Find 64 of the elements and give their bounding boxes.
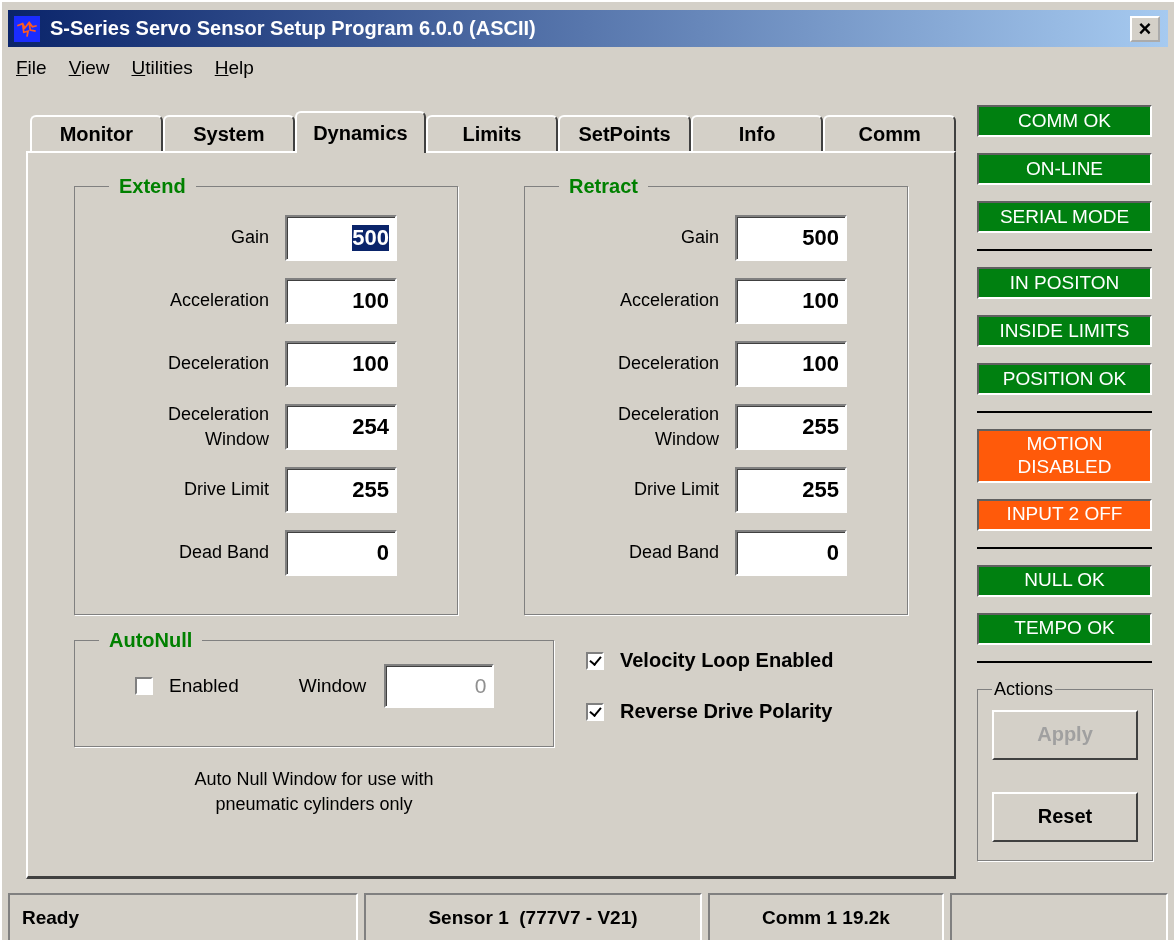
field-label: Deceleration Window — [166, 402, 269, 451]
input-field[interactable]: 255 — [285, 466, 397, 513]
input-field[interactable]: 500 — [285, 214, 397, 261]
tab[interactable]: Info — [690, 115, 824, 152]
checkbox-label: Enabled — [169, 675, 239, 698]
field-label: Gain — [229, 226, 269, 250]
field-label: Dead Band — [177, 541, 269, 565]
group-title: AutoNull — [108, 629, 194, 653]
status-text: Comm 1 19.2k — [708, 893, 944, 940]
tab[interactable]: Comm — [823, 115, 956, 152]
input-field[interactable]: 500 — [735, 214, 847, 261]
status-indicator: COMM OK — [977, 105, 1152, 138]
input-field[interactable]: 254 — [285, 403, 397, 450]
status-text: Sensor 1 (777V7 - V21) — [364, 893, 702, 940]
logo-icon — [14, 15, 40, 42]
field-label: Drive Limit — [633, 478, 719, 502]
menu-item[interactable]: File — [16, 57, 47, 80]
input-field[interactable]: 255 — [735, 403, 847, 450]
tab[interactable]: Dynamics — [295, 111, 426, 154]
menu-item[interactable]: View — [68, 57, 110, 80]
input-field[interactable]: 0 — [735, 529, 847, 576]
status-text: Ready — [8, 893, 358, 940]
status-indicator: TEMPO OK — [977, 612, 1152, 645]
field-label: Gain — [679, 226, 719, 250]
tab[interactable]: Limits — [425, 115, 559, 152]
checkbox-label: Velocity Loop Enabled — [620, 649, 834, 673]
tab[interactable]: Monitor — [30, 115, 163, 152]
note-text: Auto Null Window for use with pneumatic cylinders only — [193, 768, 435, 817]
input-field[interactable]: 100 — [285, 277, 397, 324]
field-label: Deceleration — [616, 352, 719, 376]
tab[interactable]: SetPoints — [558, 115, 691, 152]
tab[interactable]: System — [162, 115, 296, 152]
input-field[interactable]: 255 — [735, 466, 847, 513]
checkbox[interactable] — [586, 651, 604, 670]
field-label: Window — [298, 675, 367, 698]
group-title: Retract — [568, 175, 639, 199]
field-label: Acceleration — [618, 289, 719, 313]
input-field[interactable]: 100 — [285, 340, 397, 387]
menu-item[interactable]: Help — [214, 57, 254, 80]
close-button[interactable]: × — [1130, 15, 1160, 42]
field-label: Acceleration — [168, 289, 269, 313]
group-title: Extend — [118, 175, 187, 199]
input-field[interactable]: 100 — [735, 340, 847, 387]
status-indicator: INPUT 2 OFF — [977, 498, 1152, 531]
field-label: Deceleration — [166, 352, 269, 376]
status-indicator: IN POSITON — [977, 267, 1152, 300]
status-indicator: MOTION DISABLED — [977, 429, 1152, 483]
group-title: Actions — [993, 678, 1055, 700]
field-label: Deceleration Window — [616, 402, 719, 451]
window-title: S-Series Servo Sensor Setup Program 6.0.0 (ASCII) — [50, 17, 537, 41]
menu-item[interactable]: Utilities — [131, 57, 193, 80]
checkbox-label: Reverse Drive Polarity — [620, 700, 833, 724]
checkbox[interactable] — [135, 677, 153, 696]
status-indicator: INSIDE LIMITS — [977, 315, 1152, 348]
input-field[interactable]: 0 — [285, 529, 397, 576]
input-field[interactable]: 100 — [735, 277, 847, 324]
field-label: Dead Band — [627, 541, 719, 565]
status-indicator: POSITION OK — [977, 363, 1152, 396]
action-button[interactable]: Reset — [992, 791, 1138, 842]
status-indicator: ON-LINE — [977, 153, 1152, 186]
status-indicator: NULL OK — [977, 564, 1152, 597]
checkbox[interactable] — [586, 702, 604, 721]
status-indicator: SERIAL MODE — [977, 201, 1152, 234]
field-label: Drive Limit — [183, 478, 269, 502]
